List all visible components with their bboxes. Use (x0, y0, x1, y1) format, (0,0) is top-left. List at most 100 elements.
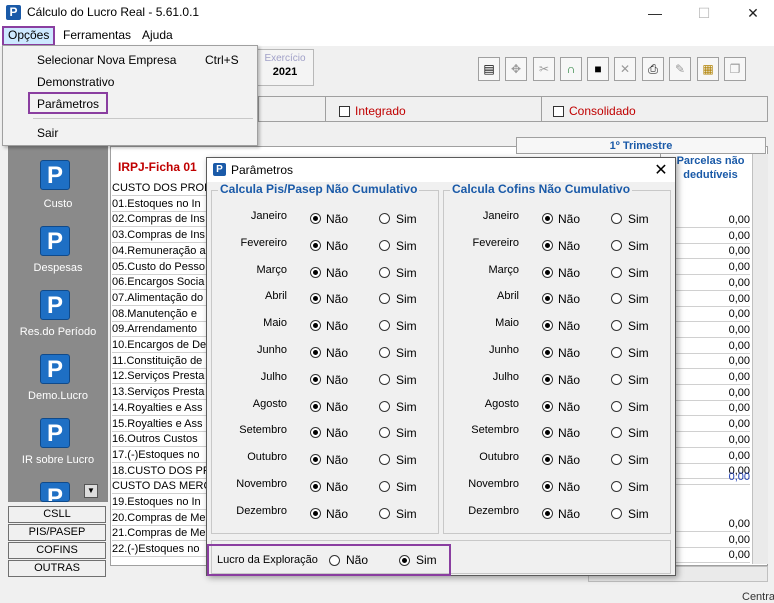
menu-ajuda[interactable]: Ajuda (138, 26, 177, 46)
pis-nao-radio[interactable] (310, 266, 321, 278)
maximize-button[interactable]: ☐ (689, 3, 719, 23)
sidebar-scroll-down-icon[interactable]: ▼ (84, 484, 98, 498)
close-window-button[interactable]: ✕ (738, 3, 768, 23)
menu-ferramentas[interactable]: Ferramentas (59, 26, 135, 46)
lucro-nao-radio[interactable] (329, 555, 340, 566)
more-icon[interactable]: P (40, 482, 70, 502)
cofins-nao-radio[interactable] (542, 507, 553, 519)
table-cell-value[interactable]: 0,00 (676, 449, 750, 464)
pis-sim-radio[interactable] (379, 373, 390, 385)
cofins-nao-radio[interactable] (542, 239, 553, 251)
minimize-button[interactable]: — (640, 3, 670, 23)
table-cell-value[interactable]: 0,00 (676, 307, 750, 323)
pis-sim-radio[interactable] (379, 481, 390, 492)
save-icon[interactable]: ■ (587, 57, 609, 81)
tab-cofins[interactable]: COFINS (8, 542, 106, 559)
lock-icon[interactable]: ∩ (560, 57, 582, 81)
edit-icon[interactable]: ✎ (669, 57, 691, 81)
despesas-icon[interactable]: P (40, 226, 70, 256)
tab-outras[interactable]: OUTRAS (8, 560, 106, 577)
tools-icon[interactable]: ✂ (533, 57, 555, 81)
pis-nao-radio[interactable] (310, 400, 321, 412)
cofins-nao-radio[interactable] (542, 373, 553, 385)
menu-item-demonstrativo[interactable]: Demonstrativo (37, 75, 114, 89)
integrado-checkbox[interactable] (339, 106, 350, 117)
table-cell-value[interactable]: 0,00 (676, 386, 750, 401)
cofins-sim-radio[interactable] (611, 400, 622, 412)
print-icon[interactable]: ⎙ (642, 57, 664, 81)
pis-nao-radio[interactable] (310, 373, 321, 385)
cofins-sim-radio[interactable] (611, 213, 622, 224)
pis-sim-radio[interactable] (379, 507, 390, 519)
table-cell-value[interactable]: 0,00 (676, 517, 750, 532)
table-cell-value[interactable]: 0,00 (676, 229, 750, 244)
sidebar-item-demo-lucro[interactable]: Demo.Lucro (8, 390, 108, 402)
cofins-sim-radio[interactable] (611, 481, 622, 492)
move-icon[interactable]: ✥ (505, 57, 527, 81)
menu-item-sair[interactable]: Sair (37, 126, 58, 140)
table-cell-value[interactable]: 0,00 (676, 533, 750, 548)
table-cell-value[interactable]: 0,00 (676, 354, 750, 370)
lucro-sim-radio[interactable] (399, 555, 410, 566)
table-cell-value[interactable]: 0,00 (676, 213, 750, 228)
cofins-sim-radio[interactable] (611, 373, 622, 385)
pis-sim-radio[interactable] (379, 400, 390, 412)
menu-item-selecionar-empresa[interactable]: Selecionar Nova Empresa (37, 53, 176, 67)
table-cell-value[interactable]: 0,00 (676, 401, 750, 417)
demo-lucro-icon[interactable]: P (40, 354, 70, 384)
table-cell-value[interactable]: 0,00 (676, 339, 750, 354)
menu-opcoes[interactable]: Opções (2, 26, 56, 46)
document-icon[interactable]: ▤ (478, 57, 500, 81)
menu-item-parametros[interactable]: Parâmetros (37, 97, 99, 111)
table-cell-value[interactable]: 0,00 (676, 433, 750, 448)
ir-lucro-icon[interactable]: P (40, 418, 70, 448)
sidebar-item-res-periodo[interactable]: Res.do Período (8, 326, 108, 338)
cofins-sim-radio[interactable] (611, 239, 622, 251)
exercicio-box[interactable]: Exercício 2021 (256, 49, 314, 86)
pis-sim-radio[interactable] (379, 213, 390, 224)
pis-nao-radio[interactable] (310, 347, 321, 358)
vertical-scrollbar[interactable] (752, 154, 768, 564)
table-cell-value[interactable]: 0,00 (676, 292, 750, 307)
tab-csll[interactable]: CSLL (8, 506, 106, 523)
cofins-nao-label: Não (558, 372, 581, 387)
sidebar-item-custo[interactable]: Custo (8, 198, 108, 210)
table-cell-value[interactable]: 0,00 (676, 323, 750, 338)
pis-sim-label: Sim (396, 426, 417, 441)
pis-sim-radio[interactable] (379, 266, 390, 278)
delete-icon[interactable]: ✕ (614, 57, 636, 81)
cofins-sim-radio[interactable] (611, 266, 622, 278)
table-cell-value[interactable]: 0,00 (676, 370, 750, 385)
folders-icon[interactable]: ▦ (697, 57, 719, 81)
tab-pis-pasep[interactable]: PIS/PASEP (8, 524, 106, 541)
dialog-close-icon[interactable]: ✕ (651, 160, 671, 180)
table-cell-value[interactable]: 0,00 (676, 548, 750, 564)
table-cell-value[interactable]: 0,00 (676, 276, 750, 291)
pis-nao-radio[interactable] (310, 507, 321, 519)
pis-nao-radio[interactable] (310, 239, 321, 251)
exercicio-label: Exercício (264, 53, 306, 64)
sidebar-item-despesas[interactable]: Despesas (8, 262, 108, 274)
table-cell-value[interactable]: 0,00 (676, 244, 750, 260)
pis-nao-radio[interactable] (310, 213, 321, 224)
consolidado-checkbox[interactable] (553, 106, 564, 117)
cofins-sim-radio[interactable] (611, 347, 622, 358)
sidebar-item-ir-lucro[interactable]: IR sobre Lucro (8, 454, 108, 466)
pis-nao-label: Não (326, 480, 349, 494)
custo-icon[interactable]: P (40, 160, 70, 190)
table-cell-total[interactable]: 0,00 (676, 470, 750, 485)
cofins-nao-radio[interactable] (542, 481, 553, 492)
copy-icon[interactable]: ❐ (724, 57, 746, 81)
table-cell-value[interactable]: 0,00 (676, 260, 750, 276)
cofins-nao-radio[interactable] (542, 400, 553, 412)
pis-sim-radio[interactable] (379, 347, 390, 358)
pis-nao-radio[interactable] (310, 481, 321, 492)
cofins-nao-radio[interactable] (542, 266, 553, 278)
pis-sim-radio[interactable] (379, 239, 390, 251)
cofins-nao-radio[interactable] (542, 347, 553, 358)
cofins-sim-radio[interactable] (611, 507, 622, 519)
res-periodo-icon[interactable]: P (40, 290, 70, 320)
table-cell-value[interactable]: 0,00 (676, 417, 750, 433)
cofins-nao-radio[interactable] (542, 213, 553, 224)
pis-month-label: Março (256, 263, 287, 276)
